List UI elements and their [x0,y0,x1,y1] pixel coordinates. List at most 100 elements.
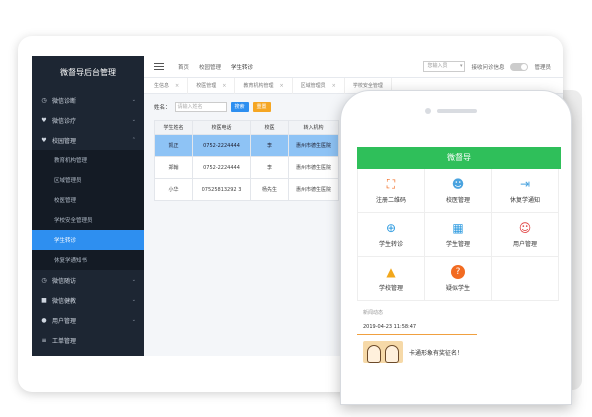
sidebar-subitem-transfer[interactable]: 学生转诊 [32,230,144,250]
doctor-group-icon: ☻ [451,177,465,191]
transfer-table: 学生姓名 校医电话 校医 转入机构 凯正 0752-2224444 李 惠州市德… [154,120,339,201]
close-icon[interactable]: × [332,83,336,89]
breadcrumb-section[interactable]: 校园管理 [199,63,221,71]
tab-institution[interactable]: 教育机构管理 × [235,77,293,94]
table-cell: 李 [250,134,289,157]
grid-item-label: 学校管理 [378,285,403,292]
reset-button[interactable]: 重置 [252,102,271,112]
sidebar-subitem-region-admin[interactable]: 区域管理员 [32,170,144,190]
table-cell: 07525813292 3 [192,178,251,201]
sidebar-item-diagnosis[interactable]: ◷ 微信诊断 ⌄ [32,90,144,110]
close-icon[interactable]: × [222,83,226,89]
user-menu[interactable]: 管理员 [534,63,551,71]
calendar-icon: ▦ [452,221,464,235]
table-cell: 杨先生 [250,178,289,201]
search-select[interactable]: 您输入员 [423,61,466,72]
chevron-down-icon: ⌄ [131,297,136,303]
search-button[interactable]: 搜索 [230,102,249,112]
table-cell: 惠州市德生医院 [288,156,339,179]
close-icon[interactable]: × [279,83,283,89]
book-icon: ■ [41,296,47,304]
sidebar-item-treatment[interactable]: ♥ 微信诊疗 ⌄ [32,110,144,130]
tab-doctor[interactable]: 校医管理 × [188,77,236,94]
tab-student-info[interactable]: 生信息 × [146,77,189,94]
table-cell: 0752-2224444 [192,156,251,179]
grid-item-doctor-manage[interactable]: ☻ 校医管理 [425,169,492,213]
sidebar: 微督导后台管理 ◷ 微信诊断 ⌄ ♥ 微信诊疗 ⌄ ♥ 校园管理 ⌃ 教育机构管… [32,56,144,356]
heart-icon: ♥ [41,136,47,144]
grid-item-student-manage[interactable]: ▦ 学生管理 [425,213,492,257]
heart-icon: ♥ [41,116,47,124]
grid-item-label: 用户管理 [512,241,537,248]
speaker-icon [437,109,477,113]
sidebar-item-followup[interactable]: ◷ 微信随访 ⌄ [32,270,144,290]
grid-item-school-manage[interactable]: ▲ 学校管理 [358,257,425,301]
table-row[interactable]: 郑翰 0752-2224444 李 惠州市德生医院 [154,156,339,179]
tab-label: 区域管理员 [300,82,326,89]
sidebar-subitem-notice[interactable]: 休复学通知书 [32,250,144,270]
table-row[interactable]: 小华 07525813292 3 杨先生 惠州市德生医院 [154,178,339,201]
sidebar-item-campus[interactable]: ♥ 校园管理 ⌃ [32,130,144,150]
graduation-icon: ▲ [386,265,396,279]
tab-label: 教育机构管理 [243,82,274,89]
sidebar-item-users[interactable]: ● 用户管理 ⌄ [32,310,144,330]
sidebar-item-label: 微信健教 [52,297,77,305]
clock-icon: ◷ [41,96,47,104]
sidebar-subitem-institution[interactable]: 教育机构管理 [32,150,144,170]
sidebar-subitem-safety-admin[interactable]: 学校安全管理员 [32,210,144,230]
column-header: 校医电话 [192,120,251,135]
grid-item-student-transfer[interactable]: ⊕ 学生转诊 [358,213,425,257]
list-icon: ≡ [41,336,47,344]
grid-item-register-qr[interactable]: ⛶ 注册二维码 [358,169,425,213]
column-header: 学生姓名 [154,120,193,135]
close-icon[interactable]: × [175,83,179,89]
sidebar-item-label: 微信诊断 [52,97,77,105]
table-row[interactable]: 凯正 0752-2224444 李 惠州市德生医院 [154,134,339,157]
grid-item-suspect-student[interactable]: ? 疑似学生 [425,257,492,301]
grid-item-label: 休复学通知 [509,197,540,204]
breadcrumb-current: 学生转诊 [231,64,254,71]
sidebar-item-health-edu[interactable]: ■ 微信健教 ⌄ [32,290,144,310]
grid-item-label: 注册二维码 [375,197,406,204]
grid-item-label: 疑似学生 [445,285,470,292]
tab-region-admin[interactable]: 区域管理员 × [293,77,345,94]
column-header: 校医 [250,120,289,135]
sidebar-item-label: 用户管理 [52,317,77,325]
camera-icon [425,108,431,114]
question-icon: ? [451,265,465,279]
grid-item-leave-notice[interactable]: ⇥ 休复学通知 [492,169,559,213]
news-title: 卡通形象有奖征名！ [409,349,464,357]
notice-toggle[interactable] [510,62,529,71]
menu-icon[interactable] [154,63,164,70]
chevron-down-icon: ⌄ [131,117,136,123]
chevron-down-icon: ⌄ [131,277,136,283]
table-cell: 凯正 [154,134,193,157]
user-icon: ● [41,316,47,324]
sidebar-subitem-doctor[interactable]: 校医管理 [32,190,144,210]
mobile-feature-grid: ⛶ 注册二维码 ☻ 校医管理 ⇥ 休复学通知 ⊕ 学生转诊 ▦ 学生管理 ☺ 用… [357,169,561,301]
login-icon: ⇥ [519,177,531,191]
news-item[interactable]: 卡通形象有奖征名！ [357,335,561,369]
mobile-screen: 微督导 ⛶ 注册二维码 ☻ 校医管理 ⇥ 休复学通知 ⊕ 学生转诊 ▦ 学生管理… [357,147,561,404]
sidebar-item-tickets[interactable]: ≡ 工单管理 [32,330,144,350]
mobile-phone: 微督导 ⛶ 注册二维码 ☻ 校医管理 ⇥ 休复学通知 ⊕ 学生转诊 ▦ 学生管理… [340,90,572,405]
transfer-icon: ⊕ [385,221,397,235]
name-search-input[interactable]: 请输入姓名 [174,102,227,112]
chevron-down-icon: ⌄ [131,97,136,103]
grid-item-label: 学生管理 [445,241,470,248]
sidebar-item-label: 校园管理 [52,137,77,145]
name-label: 姓名： [154,105,171,111]
table-cell: 郑翰 [154,156,193,179]
grid-item-user-manage[interactable]: ☺ 用户管理 [492,213,559,257]
grid-item-label: 学生转诊 [378,241,403,248]
top-bar: 首页 校园管理 学生转诊 您输入员 接收问诊信息 管理员 [144,56,563,78]
breadcrumb-home[interactable]: 首页 [178,63,189,71]
table-cell: 李 [250,156,289,179]
notice-label: 接收问诊信息 [471,64,505,71]
news-thumbnail [363,341,403,363]
table-cell: 惠州市德生医院 [288,134,339,157]
grid-item-empty [492,257,559,301]
mobile-app-bar: 微督导 [357,147,561,169]
tab-label: 生信息 [154,82,170,89]
cartoon-face-icon [367,345,381,363]
